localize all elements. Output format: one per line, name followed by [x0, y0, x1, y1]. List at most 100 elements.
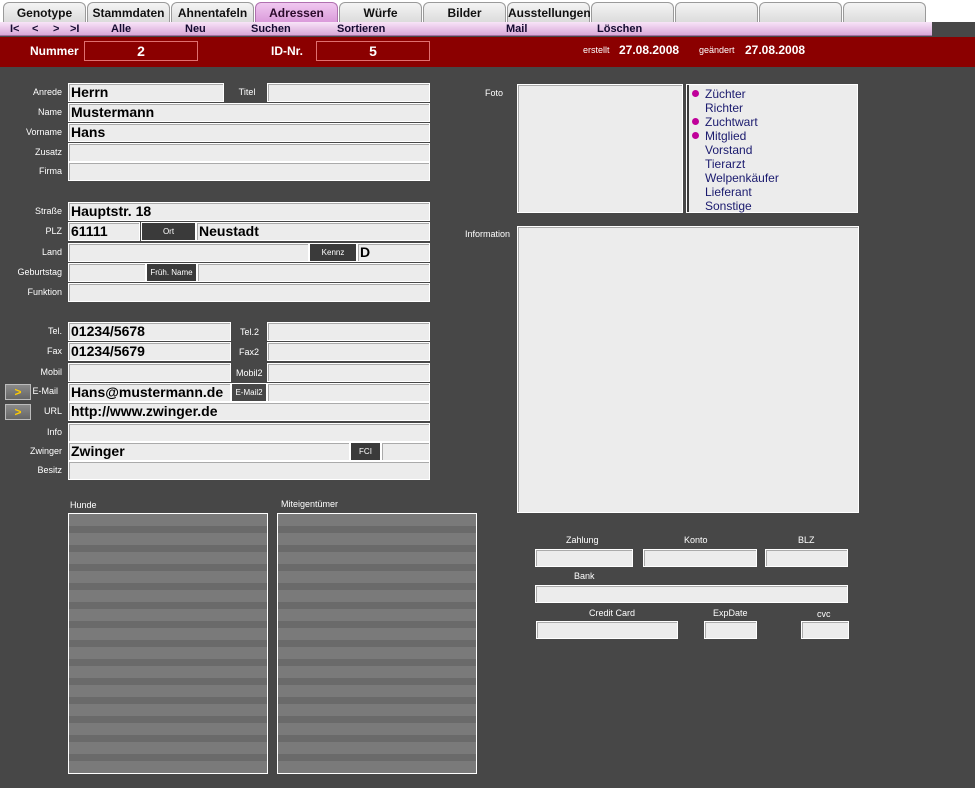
fax-field[interactable]: 01234/5679 [68, 342, 231, 361]
name-field[interactable]: Mustermann [68, 103, 430, 122]
frueh-name-label: Früh. Name [146, 263, 197, 282]
fax-label: Fax [46, 346, 62, 356]
tab-adressen[interactable]: Adressen [255, 2, 338, 24]
tab-stammdaten[interactable]: Stammdaten [87, 2, 170, 24]
tab-empty-4[interactable] [843, 2, 926, 24]
tel2-label: Tel.2 [240, 327, 260, 337]
tab-empty-2[interactable] [675, 2, 758, 24]
info-field[interactable] [68, 423, 430, 442]
email-label: E-Mail [32, 386, 58, 396]
erstellt-date: 27.08.2008 [619, 43, 680, 57]
miteigentuemer-list[interactable] [277, 513, 477, 774]
url-field[interactable]: http://www.zwinger.de [68, 402, 430, 421]
frueh-name-field[interactable] [197, 263, 430, 282]
mobil-label: Mobil [40, 367, 62, 377]
cvc-label: cvc [817, 609, 831, 619]
role-tierarzt[interactable]: Tierarzt [705, 157, 745, 171]
firma-label: Firma [39, 166, 62, 176]
checked-dot-icon [692, 90, 699, 97]
hunde-list[interactable] [68, 513, 268, 774]
cvc-field[interactable] [801, 621, 849, 639]
nav-first-button[interactable]: I< [10, 23, 19, 36]
foto-image-box[interactable] [517, 84, 683, 213]
geburtstag-field[interactable] [68, 263, 146, 282]
nav-neu-button[interactable]: Neu [185, 23, 206, 36]
tel-label: Tel. [47, 326, 62, 336]
zahlung-field[interactable] [535, 549, 633, 567]
nav-mail-button[interactable]: Mail [506, 23, 527, 36]
role-zuechter[interactable]: Züchter [692, 87, 746, 101]
blz-field[interactable] [765, 549, 848, 567]
strasse-field[interactable]: Hauptstr. 18 [68, 202, 430, 221]
fax2-label: Fax2 [239, 347, 260, 357]
nav-sortieren-button[interactable]: Sortieren [337, 23, 385, 36]
exp-date-label: ExpDate [713, 608, 748, 618]
titel-field[interactable] [267, 83, 430, 102]
credit-card-field[interactable] [536, 621, 678, 639]
name-label: Name [37, 107, 62, 117]
funktion-field[interactable] [68, 283, 430, 302]
role-lieferant[interactable]: Lieferant [705, 185, 752, 199]
info-label: Info [46, 427, 62, 437]
tab-genotype[interactable]: Genotype [3, 2, 86, 24]
role-mitglied[interactable]: Mitglied [692, 129, 746, 143]
exp-date-field[interactable] [704, 621, 757, 639]
mobil2-field[interactable] [267, 363, 430, 382]
zusatz-label: Zusatz [34, 147, 62, 157]
zahlung-label: Zahlung [566, 535, 599, 545]
fax2-field[interactable] [267, 342, 430, 361]
hunde-label: Hunde [70, 500, 97, 510]
tab-empty-3[interactable] [759, 2, 842, 24]
idnr-field[interactable]: 5 [316, 41, 430, 61]
idnr-label: ID-Nr. [271, 44, 304, 58]
plz-field[interactable]: 61111 [68, 222, 140, 241]
kennz-field[interactable]: D [357, 243, 430, 262]
email2-label: E-Mail2 [231, 383, 267, 402]
mobil2-label: Mobil2 [236, 368, 263, 378]
role-sonstige[interactable]: Sonstige [705, 199, 752, 213]
tab-ahnentafeln[interactable]: Ahnentafeln [171, 2, 254, 24]
role-vorstand[interactable]: Vorstand [705, 143, 752, 157]
checked-dot-icon [692, 118, 699, 125]
zwinger-label: Zwinger [29, 446, 62, 456]
information-textarea[interactable] [517, 226, 859, 513]
role-zuchtwart[interactable]: Zuchtwart [692, 115, 758, 129]
fci-label: FCI [350, 442, 381, 461]
anrede-field[interactable]: Herrn [68, 83, 224, 102]
besitz-field[interactable] [68, 461, 430, 480]
information-label: Information [465, 229, 511, 239]
nav-next-button[interactable]: > [53, 23, 59, 36]
tab-bilder[interactable]: Bilder [423, 2, 506, 24]
tab-ausstellungen[interactable]: Ausstellungen [507, 2, 591, 24]
firma-field[interactable] [68, 162, 430, 181]
foto-label: Foto [485, 88, 504, 98]
konto-field[interactable] [643, 549, 757, 567]
zusatz-field[interactable] [68, 143, 430, 162]
zwinger-field[interactable]: Zwinger [68, 442, 350, 461]
land-field[interactable] [68, 243, 309, 262]
role-richter[interactable]: Richter [705, 101, 743, 115]
geaendert-date: 27.08.2008 [745, 43, 806, 57]
mobil-field[interactable] [68, 363, 231, 382]
nav-suchen-button[interactable]: Suchen [251, 23, 291, 36]
geburtstag-label: Geburtstag [17, 267, 62, 277]
vorname-field[interactable]: Hans [68, 123, 430, 142]
tel-field[interactable]: 01234/5678 [68, 322, 231, 341]
bank-field[interactable] [535, 585, 848, 603]
role-welpenkaeufer[interactable]: Welpenkäufer [705, 171, 779, 185]
ort-field[interactable]: Neustadt [196, 222, 430, 241]
nav-last-button[interactable]: >I [70, 23, 79, 36]
nav-alle-button[interactable]: Alle [111, 23, 131, 36]
fci-field[interactable] [381, 442, 430, 461]
nav-loeschen-button[interactable]: Löschen [597, 23, 642, 36]
tel2-field[interactable] [267, 322, 430, 341]
tab-wuerfe[interactable]: Würfe [339, 2, 422, 24]
email-field[interactable]: Hans@mustermann.de [68, 383, 231, 402]
anrede-label: Anrede [32, 87, 62, 97]
record-nav-strip [0, 22, 932, 36]
geaendert-label: geändert [699, 45, 735, 55]
nummer-field[interactable]: 2 [84, 41, 198, 61]
email2-field[interactable] [267, 383, 430, 402]
nav-prev-button[interactable]: < [32, 23, 38, 36]
tab-empty-1[interactable] [591, 2, 674, 24]
